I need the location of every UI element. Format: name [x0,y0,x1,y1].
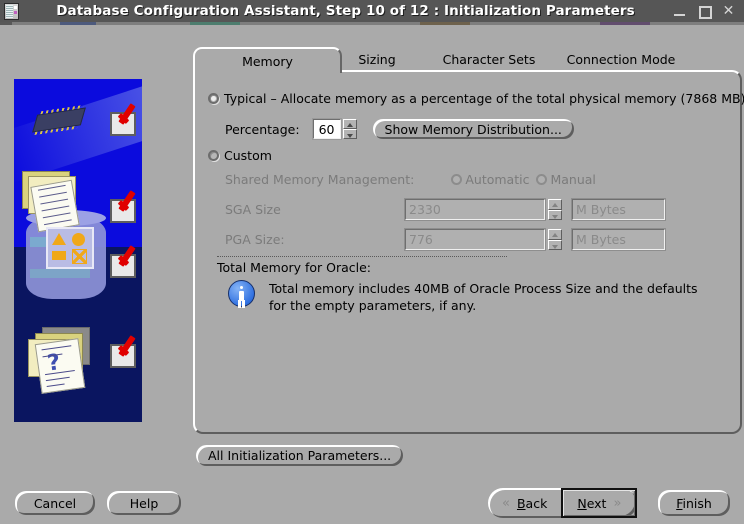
shapes-panel-graphic [46,227,94,269]
sga-label: SGA Size [225,202,281,217]
checkmark-icon-4 [116,336,142,366]
sga-size-stepper[interactable] [548,199,562,220]
pga-size-stepper[interactable] [548,229,562,250]
back-chevron-icon: « [502,495,510,511]
total-memory-label: Total Memory for Oracle: [217,260,372,275]
finish-label: Finish [676,495,712,511]
pga-stepper-down[interactable] [548,239,562,250]
percentage-stepper-up[interactable] [342,119,357,129]
question-document-graphic: ? [34,338,86,394]
total-memory-note: Total memory includes 40MB of Oracle Pro… [269,281,698,313]
percentage-input[interactable]: 60 [311,118,342,140]
custom-radio[interactable] [208,150,219,161]
typical-label: Typical – Allocate memory as a percentag… [224,91,744,106]
tab-memory[interactable]: Memory [193,47,342,73]
close-icon[interactable]: ✕ [722,4,735,18]
cancel-button[interactable]: Cancel [13,489,97,517]
pga-size-input[interactable]: 776 [404,228,546,251]
custom-label: Custom [224,148,272,163]
custom-option-row[interactable]: Custom [208,148,272,163]
checkmark-icon-1 [116,104,142,134]
app-icon [4,2,19,20]
window-title: Database Configuration Assistant, Step 1… [56,3,635,19]
sga-row: SGA Size 2330 M Bytes [225,198,666,221]
smm-manual-label: Manual [550,172,596,187]
total-memory-info: Total memory includes 40MB of Oracle Pro… [228,280,708,314]
maximize-icon[interactable] [698,5,712,19]
percentage-label: Percentage: [225,121,300,137]
window-controls: ✕ [674,4,744,19]
back-button[interactable]: « Back [488,488,561,518]
sga-unit-select[interactable]: M Bytes [571,198,666,221]
smm-manual-radio[interactable] [536,174,548,185]
info-icon [228,280,255,307]
section-separator [217,256,507,257]
checkmark-icon-3 [116,246,142,276]
total-memory-label-wrap: Total Memory for Oracle: [217,260,371,275]
next-chevron-icon: » [613,495,622,511]
smm-label: Shared Memory Management: [225,172,415,187]
title-underline [0,22,744,25]
smm-automatic-label: Automatic [465,172,530,187]
back-label: Back [516,495,548,511]
tab-connection-mode-label: Connection Mode [566,51,676,67]
sga-stepper-up[interactable] [548,199,562,210]
tab-memory-label: Memory [242,53,293,69]
typical-option-row[interactable]: Typical – Allocate memory as a percentag… [208,91,744,106]
cylinder-band-2 [30,269,90,278]
pga-unit-select[interactable]: M Bytes [571,228,666,251]
document-page [30,179,80,233]
wizard-artwork: ? [14,79,142,422]
percentage-stepper[interactable] [342,119,357,139]
tab-character-sets-label: Character Sets [442,51,536,67]
minimize-icon[interactable] [674,5,687,18]
checkmark-icon-2 [116,191,142,221]
next-button[interactable]: Next » [561,488,638,518]
circle-icon [72,233,85,246]
next-label: Next [577,495,607,511]
dbca-window: Database Configuration Assistant, Step 1… [0,0,744,524]
all-initialization-parameters-button[interactable]: All Initialization Parameters... [194,443,406,468]
tab-sizing-label: Sizing [358,51,396,67]
cross-icon [72,249,87,264]
triangle-icon [52,233,66,245]
pga-row: PGA Size: 776 M Bytes [225,228,666,251]
typical-radio[interactable] [208,93,219,104]
tab-bar: Memory Sizing Character Sets Connection … [193,47,742,73]
tab-connection-mode[interactable]: Connection Mode [537,47,705,71]
sga-size-input[interactable]: 2330 [404,198,546,221]
smm-automatic-radio[interactable] [451,174,463,185]
memory-panel: Typical – Allocate memory as a percentag… [193,70,744,434]
pga-label: PGA Size: [225,232,285,247]
pga-stepper-up[interactable] [548,229,562,240]
percentage-stepper-down[interactable] [342,129,357,139]
title-bar: Database Configuration Assistant, Step 1… [0,0,744,22]
sga-stepper-down[interactable] [548,209,562,220]
rectangle-icon [52,251,66,260]
navigation-button-group: « Back Next » [488,488,638,518]
finish-button[interactable]: Finish [656,488,732,518]
help-button[interactable]: Help [105,489,183,517]
percentage-row: Percentage: 60 Show Memory Distribution.… [225,117,576,141]
shared-memory-management-row: Shared Memory Management: Automatic Manu… [225,172,596,187]
show-memory-distribution-button[interactable]: Show Memory Distribution... [370,117,576,141]
